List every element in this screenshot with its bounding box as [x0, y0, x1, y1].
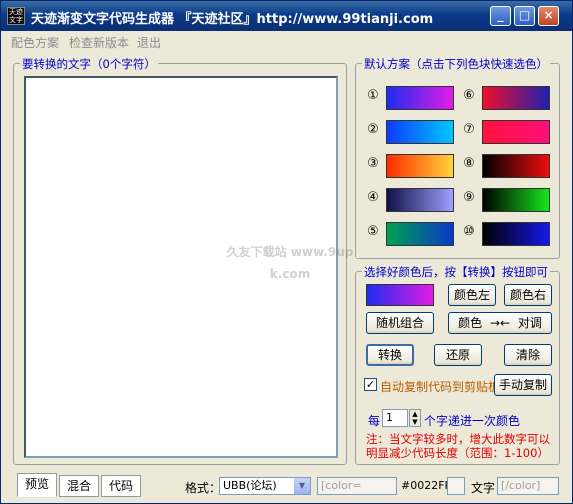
actions-group: 选择好颜色后，按【转换】按钮即可 颜色左 颜色右 随机组合 颜色 →← 对调 转…: [355, 264, 560, 465]
menu-color-schemes[interactable]: 配色方案: [11, 34, 59, 51]
menu-check-update[interactable]: 检查新版本: [69, 34, 129, 51]
color-open-field[interactable]: [color=: [317, 477, 397, 495]
preset-swatch-8[interactable]: [482, 188, 550, 212]
swap-colors-button[interactable]: 颜色 →← 对调: [448, 312, 552, 334]
current-gradient-swatch: [366, 284, 434, 306]
preset-number-8: ⑨: [463, 190, 475, 205]
spin-down-icon[interactable]: ▼: [410, 418, 420, 426]
format-select[interactable]: UBB(论坛) ▼: [219, 477, 311, 495]
step-spinner[interactable]: ▲ ▼: [409, 409, 421, 427]
text-label: 文字: [471, 481, 496, 495]
color-value-label: #0022FF: [401, 479, 451, 492]
app-window: 天迹 文字 天迹渐变文字代码生成器 『天迹社区』http://www.99tian…: [0, 0, 573, 504]
swap-arrows-icon: →←: [489, 316, 511, 330]
color-left-button[interactable]: 颜色左: [448, 284, 496, 306]
clear-button[interactable]: 清除: [504, 344, 552, 366]
preset-swatch-9[interactable]: [386, 222, 454, 246]
maximize-icon[interactable]: □: [514, 6, 535, 26]
format-label: 格式：: [185, 481, 222, 495]
preset-swatch-1[interactable]: [386, 86, 454, 110]
restore-button[interactable]: 还原: [434, 344, 482, 366]
presets-group: 默认方案（点击下列色块快速选色） ① ⑥ ② ⑦ ③ ⑧ ④ ⑨ ⑤ ⑩: [355, 56, 560, 259]
watermark-text: 久友下载站 www.9upk.com: [226, 245, 354, 281]
swap-suffix: 对调: [517, 316, 542, 330]
tab-preview[interactable]: 预览: [17, 473, 57, 497]
preset-number-2: ⑥: [463, 88, 475, 103]
spin-up-icon[interactable]: ▲: [410, 410, 420, 418]
window-title: 天迹渐变文字代码生成器 『天迹社区』http://www.99tianji.co…: [31, 12, 434, 27]
color-close-field[interactable]: [/color]: [497, 477, 559, 495]
preset-number-5: ③: [367, 156, 379, 171]
auto-copy-checkbox[interactable]: ✓: [364, 378, 377, 391]
tab-code[interactable]: 代码: [101, 475, 141, 497]
note-text: 注：当文字较多时，增大此数字可以明显减少代码长度（范围：1-100）: [366, 432, 550, 460]
step-input[interactable]: 1: [382, 409, 408, 427]
color-right-button[interactable]: 颜色右: [504, 284, 552, 306]
preset-swatch-2[interactable]: [482, 86, 550, 110]
auto-copy-label: 自动复制代码到剪贴板: [380, 380, 501, 394]
menu-exit[interactable]: 退出: [137, 34, 161, 51]
step-prefix-label: 每: [368, 414, 381, 428]
preset-number-9: ⑤: [367, 224, 379, 239]
preset-number-1: ①: [367, 88, 379, 103]
menu-bar: 配色方案 检查新版本 退出: [1, 31, 572, 51]
watermark: 久友下载站 www.9upk.com: [225, 231, 355, 285]
preset-swatch-7[interactable]: [386, 188, 454, 212]
chevron-down-icon[interactable]: ▼: [294, 478, 310, 494]
app-logo-icon: 天迹 文字: [7, 7, 25, 25]
preset-swatch-10[interactable]: [482, 222, 550, 246]
format-value: UBB(论坛): [223, 479, 277, 492]
preset-number-7: ④: [367, 190, 379, 205]
input-text-legend: 要转换的文字（0个字符）: [20, 56, 158, 72]
close-icon[interactable]: ×: [538, 6, 559, 26]
tab-mix[interactable]: 混合: [59, 475, 99, 497]
manual-copy-button[interactable]: 手动复制: [494, 374, 552, 396]
color-close-bracket-field[interactable]: [447, 477, 465, 495]
preset-swatch-4[interactable]: [482, 120, 550, 144]
preset-number-4: ⑦: [463, 122, 475, 137]
actions-legend: 选择好颜色后，按【转换】按钮即可: [362, 264, 550, 280]
step-suffix-label: 个字递进一次颜色: [424, 414, 521, 428]
preset-swatch-5[interactable]: [386, 154, 454, 178]
minimize-icon[interactable]: _: [490, 6, 511, 26]
swap-prefix: 颜色: [458, 316, 483, 330]
title-bar[interactable]: 天迹 文字 天迹渐变文字代码生成器 『天迹社区』http://www.99tian…: [1, 1, 572, 31]
preset-number-6: ⑧: [463, 156, 475, 171]
preset-number-10: ⑩: [463, 224, 475, 239]
preset-number-3: ②: [367, 122, 379, 137]
presets-legend: 默认方案（点击下列色块快速选色）: [362, 56, 550, 72]
convert-button[interactable]: 转换: [366, 344, 414, 366]
random-combine-button[interactable]: 随机组合: [366, 312, 434, 334]
preset-swatch-3[interactable]: [386, 120, 454, 144]
preset-swatch-6[interactable]: [482, 154, 550, 178]
